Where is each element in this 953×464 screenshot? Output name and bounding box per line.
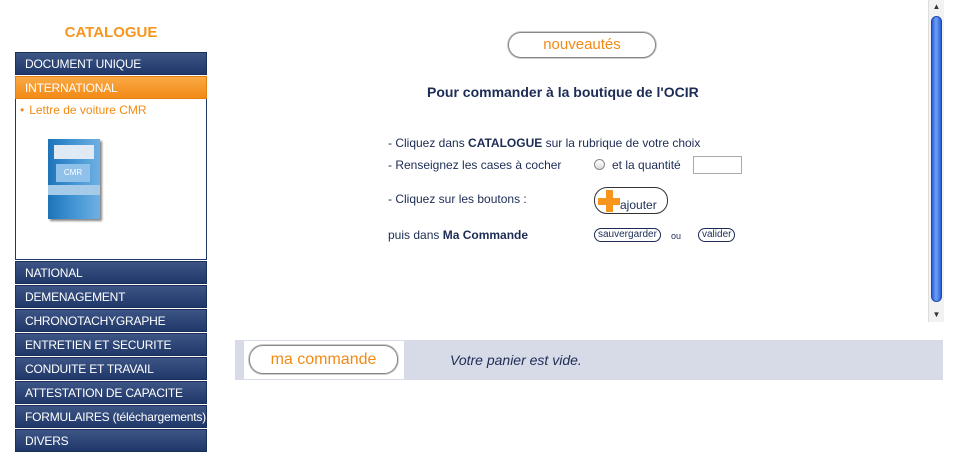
sidebar-item-entretien-securite[interactable]: ENTRETIEN ET SECURITE — [15, 333, 207, 356]
instruction-catalogue-bold: CATALOGUE — [468, 136, 543, 150]
book-header-band — [54, 145, 94, 159]
instruction-catalogue: - Cliquez dans CATALOGUE sur la rubrique… — [388, 136, 700, 150]
sidebar-item-attestation-capacite[interactable]: ATTESTATION DE CAPACITE — [15, 381, 207, 404]
sidebar-item-divers[interactable]: DIVERS — [15, 429, 207, 452]
submenu-link-label: Lettre de voiture CMR — [29, 103, 147, 117]
sidebar-item-international[interactable]: INTERNATIONAL — [15, 76, 207, 99]
submenu-link-lettre-cmr[interactable]: • Lettre de voiture CMR — [20, 103, 147, 117]
plus-icon — [598, 190, 620, 212]
instruction-ma-commande-prefix: puis dans — [388, 228, 443, 242]
ma-commande-button[interactable]: ma commande — [249, 345, 398, 374]
ou-label: ou — [671, 231, 682, 241]
ajouter-label: ajouter — [620, 198, 657, 212]
instruction-catalogue-prefix: - Cliquez dans — [388, 136, 469, 150]
cmr-book-cover-image[interactable]: CMR — [48, 139, 100, 219]
instruction-buttons: - Cliquez sur les boutons : — [388, 192, 527, 206]
catalogue-sidebar: CATALOGUE DOCUMENT UNIQUE INTERNATIONAL … — [15, 22, 207, 453]
ajouter-button[interactable]: ajouter — [594, 187, 668, 214]
instruction-quantity: et la quantité — [612, 158, 681, 172]
instruction-ma-commande-bold: Ma Commande — [442, 228, 529, 242]
sidebar-item-conduite-travail[interactable]: CONDUITE ET TRAVAIL — [15, 357, 207, 380]
catalogue-title: CATALOGUE — [64, 24, 158, 41]
sidebar-item-chronotachygraphe[interactable]: CHRONOTACHYGRAPHE — [15, 309, 207, 332]
sidebar-item-document-unique[interactable]: DOCUMENT UNIQUE — [15, 52, 207, 75]
sidebar-item-demenagement[interactable]: DEMENAGEMENT — [15, 285, 207, 308]
example-radio-button[interactable] — [594, 159, 605, 170]
bullet-icon: • — [20, 103, 25, 117]
international-submenu: • Lettre de voiture CMR CMR — [15, 99, 207, 260]
sauvegarder-button[interactable]: sauvergarder — [594, 228, 661, 242]
scrollbar-thumb[interactable] — [931, 16, 942, 302]
vertical-scrollbar[interactable]: ▲ ▼ — [928, 0, 944, 322]
valider-button[interactable]: valider — [698, 228, 736, 242]
scroll-up-arrow-icon[interactable]: ▲ — [929, 0, 944, 14]
instruction-catalogue-suffix: sur la rubrique de votre choix — [542, 136, 701, 150]
book-title-label: CMR — [56, 164, 90, 182]
cart-status: Votre panier est vide. — [450, 352, 582, 368]
sidebar-item-formulaires[interactable]: FORMULAIRES (téléchargements) — [15, 405, 207, 428]
instruction-ma-commande: puis dans Ma Commande — [388, 228, 528, 242]
nouveautes-button[interactable]: nouveautés — [508, 32, 656, 58]
instruction-checkboxes: - Renseignez les cases à cocher — [388, 158, 562, 172]
sidebar-item-national[interactable]: NATIONAL — [15, 261, 207, 284]
quantity-input[interactable] — [693, 156, 742, 174]
page-heading: Pour commander à la boutique de l'OCIR — [427, 84, 699, 100]
scroll-down-arrow-icon[interactable]: ▼ — [929, 308, 944, 322]
book-band — [48, 185, 100, 195]
